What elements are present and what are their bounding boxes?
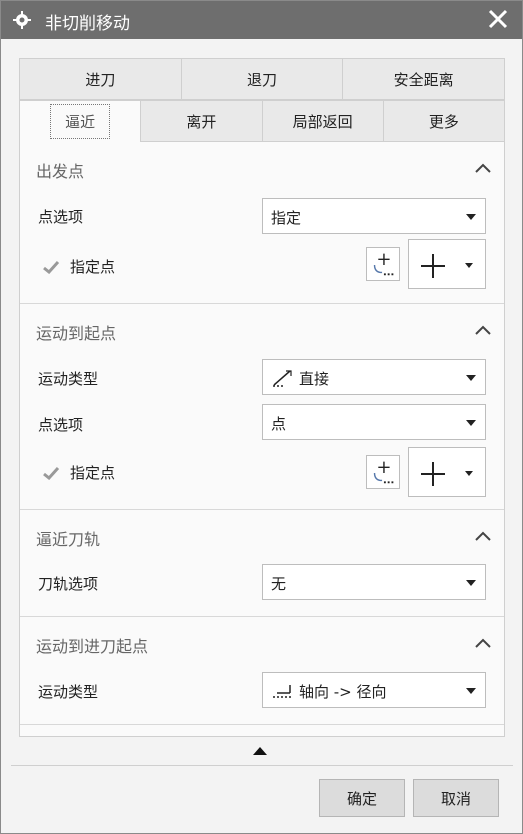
point-option-label: 点选项 — [38, 416, 84, 434]
section-title[interactable]: 逼近刀轨 — [36, 526, 100, 550]
point-dialog-icon — [373, 461, 394, 484]
dropdown-arrow-icon — [465, 471, 473, 476]
select-value: 无 — [271, 575, 287, 593]
tab-row-2: 逼近 离开 局部返回 更多 — [19, 100, 505, 142]
plus-icon — [421, 462, 445, 486]
section-move-to-start: 运动到起点 运动类型 直接 点选项 点 指定点 — [20, 304, 504, 510]
section-approach-path: 逼近刀轨 刀轨选项 无 — [20, 510, 504, 617]
select-value: 直接 — [299, 370, 330, 388]
checkmark-icon — [43, 466, 60, 480]
dropdown-arrow-icon — [466, 580, 476, 586]
point-option-select[interactable]: 指定 — [262, 198, 486, 234]
dialog-window: 非切削移动 进刀 退刀 安全距离 逼近 离开 局部返回 更多 出发点 点选项 指… — [0, 0, 523, 834]
section-title[interactable]: 运动到起点 — [36, 320, 116, 344]
window-title: 非切削移动 — [45, 14, 130, 34]
point-type-dropdown[interactable] — [408, 447, 486, 497]
select-value: 轴向 -> 径向 — [299, 683, 387, 701]
point-type-dropdown[interactable] — [408, 239, 486, 289]
dropdown-arrow-icon — [466, 375, 476, 381]
select-value: 指定 — [271, 209, 302, 227]
axial-radial-icon — [273, 685, 291, 698]
motion-type-select[interactable]: 直接 — [262, 359, 486, 395]
point-dialog-button[interactable] — [366, 455, 400, 489]
gear-icon — [13, 11, 31, 29]
section-departure: 出发点 点选项 指定 指定点 — [20, 142, 504, 304]
select-value: 点 — [271, 415, 287, 433]
chevron-up-icon[interactable] — [474, 530, 492, 542]
plus-icon — [421, 254, 445, 278]
point-option-select[interactable]: 点 — [262, 404, 486, 440]
dropdown-arrow-icon — [466, 688, 476, 694]
footer-divider — [11, 765, 513, 766]
direct-motion-icon — [273, 370, 292, 387]
cancel-button[interactable]: 取消 — [413, 779, 499, 817]
chevron-up-icon[interactable] — [474, 324, 492, 336]
section-title[interactable]: 运动到进刀起点 — [36, 633, 148, 657]
tab-local-return[interactable]: 局部返回 — [261, 100, 383, 142]
motion-type-select[interactable]: 轴向 -> 径向 — [262, 672, 486, 708]
dropdown-arrow-icon — [465, 263, 473, 268]
tab-departure[interactable]: 离开 — [140, 100, 262, 142]
path-option-label: 刀轨选项 — [38, 575, 99, 593]
tab-approach-label: 逼近 — [50, 104, 111, 139]
dropdown-arrow-icon — [466, 420, 476, 426]
tab-clearance[interactable]: 安全距离 — [342, 58, 506, 100]
tab-more[interactable]: 更多 — [382, 100, 505, 142]
triangle-up-icon[interactable] — [253, 747, 267, 755]
specify-point-label: 指定点 — [70, 258, 116, 276]
point-dialog-icon — [373, 253, 394, 276]
tab-panel: 出发点 点选项 指定 指定点 运动到起点 运动类型 直接 点选项 点 指定点 逼… — [19, 142, 505, 737]
section-move-to-engage: 运动到进刀起点 运动类型 轴向 -> 径向 — [20, 617, 504, 725]
section-title[interactable]: 出发点 — [36, 158, 84, 182]
point-dialog-button[interactable] — [366, 247, 400, 281]
tab-retract[interactable]: 退刀 — [180, 58, 343, 100]
path-option-select[interactable]: 无 — [262, 564, 486, 600]
motion-type-label: 运动类型 — [38, 370, 99, 388]
chevron-up-icon[interactable] — [474, 637, 492, 649]
tab-engage[interactable]: 进刀 — [19, 58, 181, 100]
motion-type-label: 运动类型 — [38, 683, 99, 701]
ok-button[interactable]: 确定 — [319, 779, 405, 817]
specify-point-label: 指定点 — [70, 464, 116, 482]
chevron-up-icon[interactable] — [474, 162, 492, 174]
dropdown-arrow-icon — [466, 214, 476, 220]
close-icon[interactable] — [486, 7, 510, 31]
point-option-label: 点选项 — [38, 208, 84, 226]
tab-row-1: 进刀 退刀 安全距离 — [19, 58, 506, 100]
title-bar[interactable]: 非切削移动 — [1, 1, 522, 39]
tab-approach[interactable]: 逼近 — [19, 100, 141, 142]
checkmark-icon — [43, 260, 60, 274]
